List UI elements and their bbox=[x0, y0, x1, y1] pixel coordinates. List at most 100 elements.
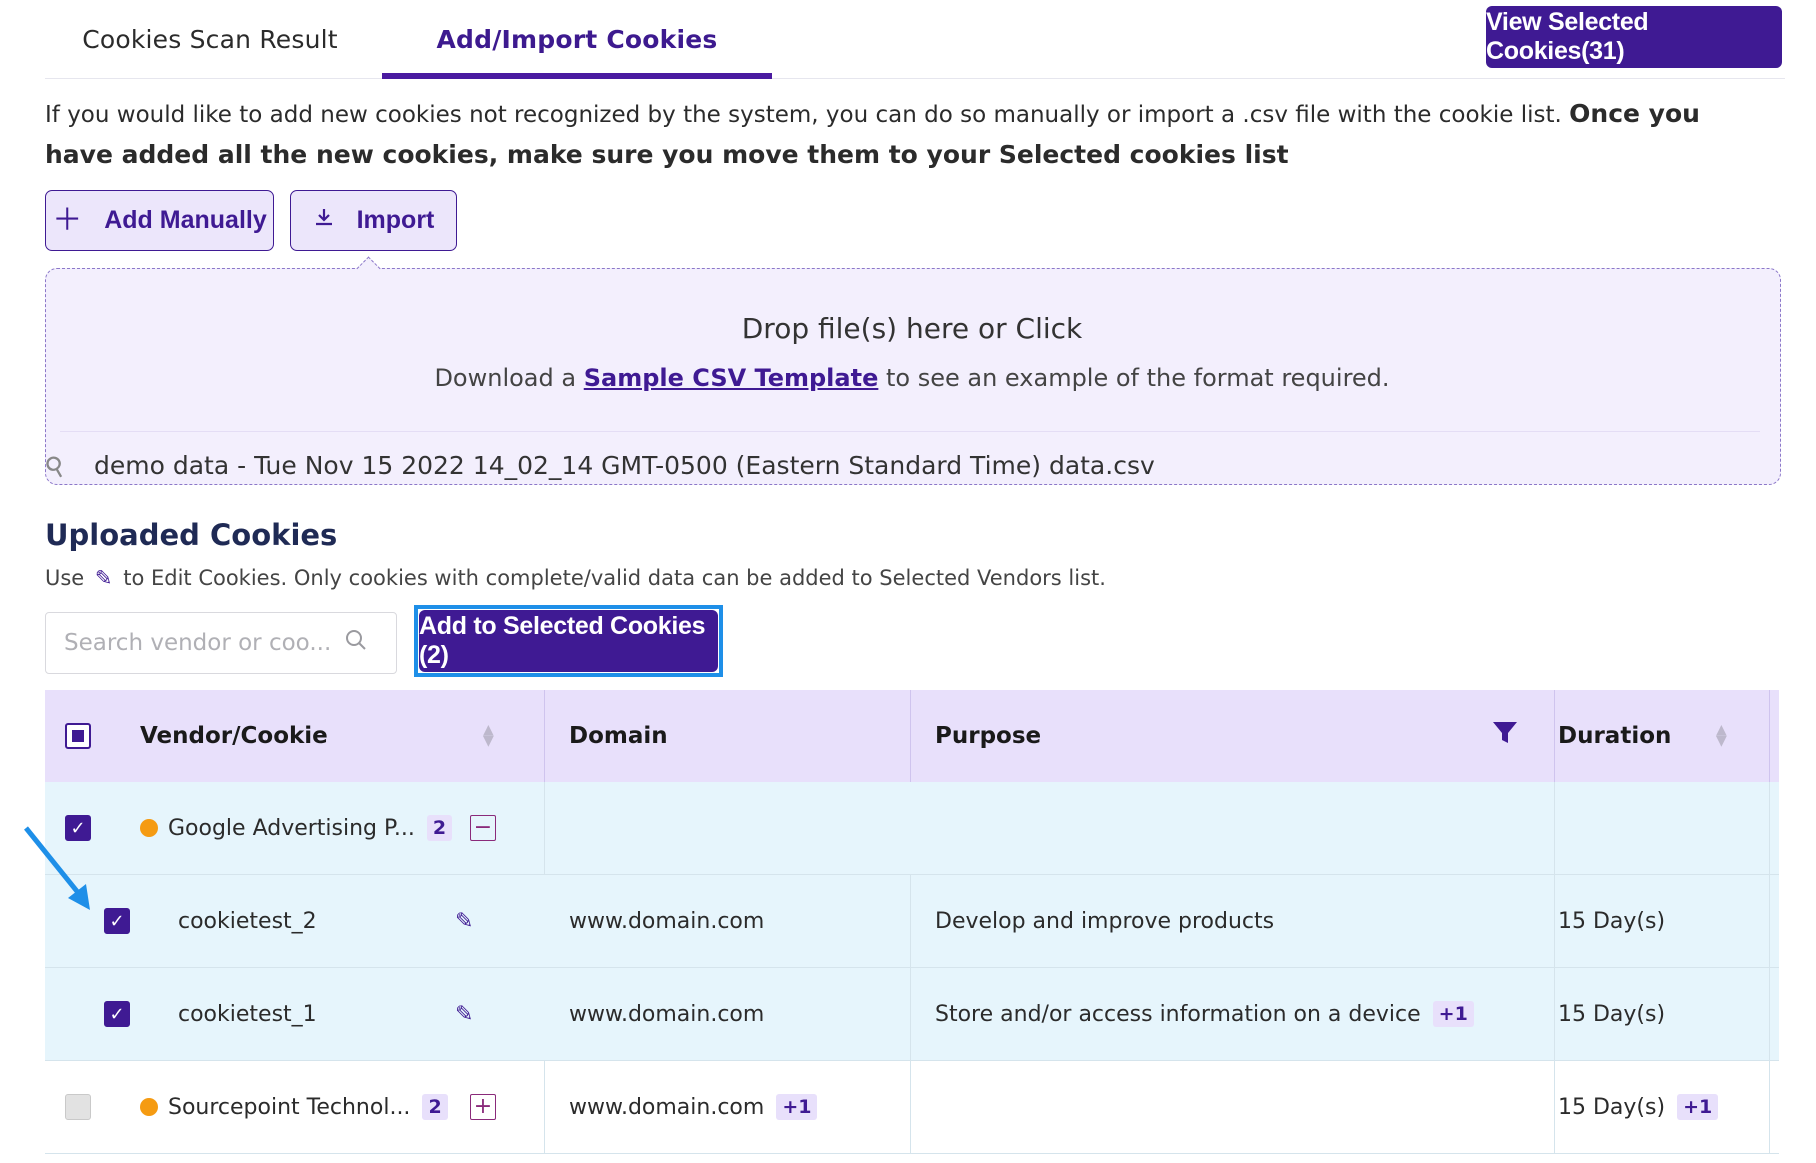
add-manually-button[interactable]: ＋ Add Manually bbox=[45, 190, 274, 251]
import-label: Import bbox=[356, 206, 435, 234]
sort-icon[interactable]: ▲ ▼ bbox=[483, 723, 494, 748]
column-divider bbox=[910, 690, 911, 782]
expand-cell: + bbox=[470, 1061, 496, 1153]
column-divider bbox=[1769, 690, 1770, 782]
vendor-status-dot bbox=[140, 1098, 158, 1116]
column-divider bbox=[544, 782, 545, 874]
uploaded-file-name[interactable]: demo data - Tue Nov 15 2022 14_02_14 GMT… bbox=[94, 451, 1155, 480]
table-row-cookie[interactable]: ✓ cookietest_1 ✎ www.domain.com Store an… bbox=[45, 968, 1779, 1061]
search-input[interactable] bbox=[62, 629, 336, 657]
cookie-name: cookietest_2 bbox=[178, 908, 317, 934]
dropzone-sub-before: Download a bbox=[434, 364, 577, 392]
vendor-name-cell: Sourcepoint Technol... 2 bbox=[140, 1061, 448, 1153]
column-divider bbox=[1554, 782, 1555, 874]
import-button[interactable]: Import bbox=[290, 190, 457, 251]
pencil-icon[interactable]: ✎ bbox=[455, 1002, 473, 1027]
purpose-text: Store and/or access information on a dev… bbox=[935, 1001, 1421, 1027]
vendor-name: Google Advertising P... bbox=[168, 815, 415, 841]
header-vendor: Vendor/Cookie bbox=[140, 723, 328, 749]
tab-cookies-scan-result[interactable]: Cookies Scan Result bbox=[45, 0, 375, 78]
row-checkbox[interactable]: ✓ bbox=[104, 908, 130, 934]
domain-text: www.domain.com bbox=[569, 1094, 765, 1120]
column-divider bbox=[1554, 875, 1555, 967]
column-divider bbox=[544, 690, 545, 782]
plus-icon: ＋ bbox=[52, 203, 83, 237]
header-domain: Domain bbox=[569, 723, 668, 749]
purpose-cell: Store and/or access information on a dev… bbox=[935, 968, 1474, 1060]
header-purpose: Purpose bbox=[935, 723, 1042, 749]
column-divider bbox=[910, 968, 911, 1060]
more-durations-badge[interactable]: +1 bbox=[1677, 1094, 1719, 1120]
download-icon bbox=[313, 206, 335, 235]
table-row-cookie[interactable]: ✓ cookietest_2 ✎ www.domain.com Develop … bbox=[45, 875, 1779, 968]
select-all-cell bbox=[65, 690, 91, 782]
vendor-name-cell: Google Advertising P... 2 bbox=[140, 782, 453, 874]
search-box[interactable] bbox=[45, 612, 397, 674]
purpose-filter-cell bbox=[1492, 690, 1518, 782]
uploaded-sub-after: to Edit Cookies. Only cookies with compl… bbox=[123, 566, 1106, 590]
pencil-icon[interactable]: ✎ bbox=[455, 909, 473, 934]
pencil-icon: ✎ bbox=[94, 566, 113, 590]
column-divider bbox=[1769, 1061, 1770, 1153]
sort-vendor-cell: ▲ ▼ bbox=[483, 690, 494, 782]
collapse-cell: − bbox=[470, 782, 496, 874]
header-duration: Duration bbox=[1558, 723, 1672, 749]
dropzone-title: Drop file(s) here or Click bbox=[741, 312, 1083, 345]
tab-add-import-cookies[interactable]: Add/Import Cookies bbox=[382, 0, 772, 79]
table-row-vendor-sourcepoint[interactable]: Sourcepoint Technol... 2 + www.domain.co… bbox=[45, 1061, 1779, 1154]
column-divider bbox=[910, 1061, 911, 1153]
column-divider bbox=[1554, 690, 1555, 782]
duration-text: 15 Day(s) bbox=[1558, 1094, 1666, 1120]
view-selected-cookies-button[interactable]: View Selected Cookies(31) bbox=[1486, 6, 1782, 68]
column-divider bbox=[1769, 968, 1770, 1060]
column-divider bbox=[1769, 782, 1770, 874]
annotation-arrow-icon bbox=[24, 826, 90, 910]
column-divider bbox=[544, 1061, 545, 1153]
sort-icon[interactable]: ▲ ▼ bbox=[1716, 723, 1727, 748]
domain-cell: www.domain.com bbox=[569, 908, 765, 934]
column-divider bbox=[1554, 1061, 1555, 1153]
edit-cell: ✎ bbox=[455, 968, 473, 1060]
table-header: Vendor/Cookie ▲ ▼ Domain Purpose Duration… bbox=[45, 690, 1779, 782]
duration-cell: 15 Day(s) bbox=[1558, 1001, 1666, 1027]
row-checkbox[interactable]: ✓ bbox=[104, 1001, 130, 1027]
vendor-name: Sourcepoint Technol... bbox=[168, 1094, 411, 1120]
intro-text: If you would like to add new cookies not… bbox=[45, 94, 1775, 176]
row-checkbox-cell: ✓ bbox=[104, 968, 130, 1060]
intro-text-regular: If you would like to add new cookies not… bbox=[45, 102, 1562, 128]
sort-duration-cell: ▲ ▼ bbox=[1716, 690, 1727, 782]
add-manually-label: Add Manually bbox=[104, 206, 267, 234]
table-row-vendor-google[interactable]: ✓ Google Advertising P... 2 − bbox=[45, 782, 1779, 875]
dropzone-sub-after: to see an example of the format required… bbox=[886, 364, 1390, 392]
column-divider bbox=[1769, 875, 1770, 967]
more-domains-badge[interactable]: +1 bbox=[776, 1094, 818, 1120]
cookie-name: cookietest_1 bbox=[178, 1001, 317, 1027]
uploaded-cookies-title: Uploaded Cookies bbox=[45, 518, 338, 552]
filter-icon[interactable] bbox=[1492, 721, 1518, 752]
duration-cell: 15 Day(s) +1 bbox=[1558, 1061, 1719, 1153]
vendor-status-dot bbox=[140, 819, 158, 837]
expand-icon[interactable]: + bbox=[470, 1094, 496, 1120]
purpose-cell: Develop and improve products bbox=[935, 908, 1275, 934]
domain-cell: www.domain.com bbox=[569, 1001, 765, 1027]
cookie-count-badge: 2 bbox=[426, 815, 453, 841]
dropzone-divider bbox=[60, 431, 1760, 432]
duration-cell: 15 Day(s) bbox=[1558, 908, 1666, 934]
select-all-checkbox[interactable] bbox=[65, 723, 91, 749]
dropzone-subtitle: Download a Sample CSV Template to see an… bbox=[45, 364, 1779, 392]
row-checkbox[interactable] bbox=[65, 1094, 91, 1120]
cookie-count-badge: 2 bbox=[422, 1094, 448, 1120]
more-purposes-badge[interactable]: +1 bbox=[1432, 1001, 1474, 1027]
collapse-icon[interactable]: − bbox=[470, 815, 496, 841]
column-divider bbox=[910, 875, 911, 967]
add-to-selected-cookies-button[interactable]: Add to Selected Cookies (2) bbox=[419, 610, 718, 672]
column-divider bbox=[1554, 968, 1555, 1060]
uploaded-cookies-subtitle: Use ✎ to Edit Cookies. Only cookies with… bbox=[45, 566, 1106, 590]
sample-csv-template-link[interactable]: Sample CSV Template bbox=[584, 364, 879, 392]
uploaded-sub-before: Use bbox=[45, 566, 85, 590]
search-icon[interactable] bbox=[344, 628, 368, 658]
domain-cell: www.domain.com +1 bbox=[569, 1061, 818, 1153]
row-checkbox-cell: ✓ bbox=[104, 875, 130, 967]
row-checkbox-cell bbox=[65, 1061, 91, 1153]
edit-cell: ✎ bbox=[455, 875, 473, 967]
